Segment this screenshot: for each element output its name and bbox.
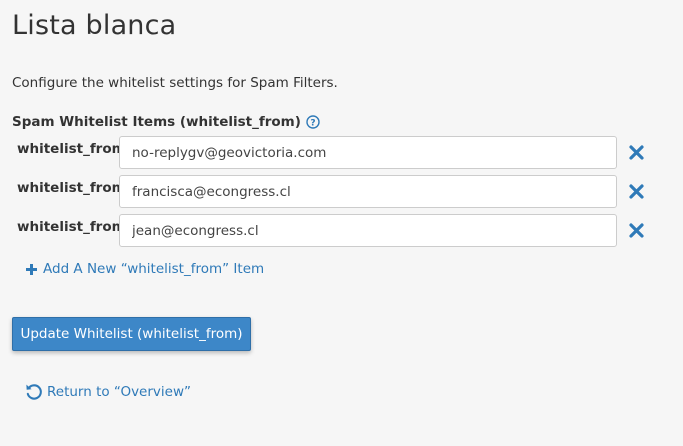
add-item-label: Add A New “whitelist_from” Item <box>43 261 265 277</box>
whitelist-row: whitelist_from <box>0 214 683 248</box>
whitelist-input[interactable] <box>119 214 617 247</box>
remove-item-icon[interactable] <box>628 183 645 200</box>
return-overview-link[interactable]: Return to “Overview” <box>24 382 191 401</box>
whitelist-row: whitelist_from <box>0 136 683 170</box>
section-label-text: Spam Whitelist Items (whitelist_from) <box>12 114 301 130</box>
whitelist-input[interactable] <box>119 175 617 208</box>
section-label: Spam Whitelist Items (whitelist_from) ? <box>12 114 320 130</box>
remove-item-icon[interactable] <box>628 222 645 239</box>
page-description: Configure the whitelist settings for Spa… <box>12 75 338 91</box>
whitelist-row-label: whitelist_from <box>17 180 126 196</box>
svg-text:?: ? <box>310 118 315 128</box>
add-item-link[interactable]: Add A New “whitelist_from” Item <box>25 261 264 277</box>
page-title: Lista blanca <box>12 10 177 41</box>
whitelist-row: whitelist_from <box>0 175 683 209</box>
whitelist-input[interactable] <box>119 136 617 169</box>
plus-icon <box>26 263 37 275</box>
whitelist-row-label: whitelist_from <box>17 219 126 235</box>
return-overview-label: Return to “Overview” <box>47 383 191 400</box>
whitelist-row-label: whitelist_from <box>17 141 126 157</box>
remove-item-icon[interactable] <box>628 144 645 161</box>
help-icon[interactable]: ? <box>306 115 320 129</box>
undo-icon <box>26 384 42 400</box>
update-whitelist-button[interactable]: Update Whitelist (whitelist_from) <box>12 317 251 351</box>
